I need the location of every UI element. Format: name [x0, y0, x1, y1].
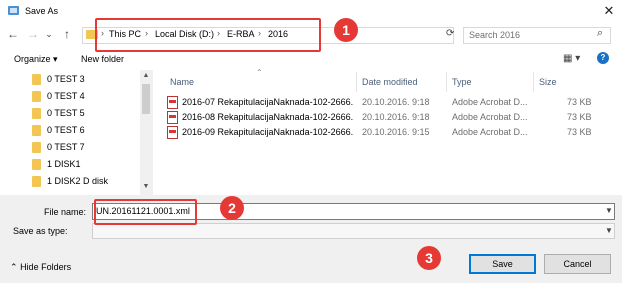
pdf-file-icon [167, 111, 178, 124]
column-divider[interactable] [446, 72, 447, 92]
file-type: Adobe Acrobat D... [452, 112, 528, 122]
callout-box-filename [94, 199, 197, 225]
save-as-type-dropdown-icon[interactable]: ▼ [605, 226, 613, 235]
file-row[interactable]: 2016-09 RekapitulacijaNaknada-102-2666..… [165, 125, 595, 140]
file-name: 2016-07 RekapitulacijaNaknada-102-2666..… [182, 97, 354, 107]
file-row[interactable]: 2016-08 RekapitulacijaNaknada-102-2666..… [165, 110, 595, 125]
file-size: 73 KB [567, 112, 592, 122]
forward-arrow-icon[interactable]: → [26, 27, 40, 41]
file-type: Adobe Acrobat D... [452, 97, 528, 107]
view-options-icon[interactable]: ▦ ▾ [563, 53, 580, 64]
folder-icon [32, 108, 41, 119]
pdf-file-icon [167, 96, 178, 109]
file-date: 20.10.2016. 9:15 [362, 127, 430, 137]
file-name-dropdown-icon[interactable]: ▼ [605, 206, 613, 215]
pdf-file-icon [167, 126, 178, 139]
tree-item[interactable]: 0 TEST 3 [32, 70, 140, 87]
file-date: 20.10.2016. 9:18 [362, 97, 430, 107]
organize-menu-button[interactable]: Organize ▾ [14, 54, 58, 65]
save-as-type-label: Save as type: [13, 226, 68, 236]
tree-item-label: 0 TEST 3 [47, 74, 85, 84]
column-header-date[interactable]: Date modified [362, 77, 418, 87]
help-icon[interactable]: ? [597, 52, 609, 64]
scroll-down-icon[interactable]: ▼ [140, 183, 152, 190]
hide-folders-label: Hide Folders [20, 262, 72, 272]
hide-folders-toggle[interactable]: ⌃ Hide Folders [10, 262, 71, 273]
callout-badge-1: 1 [334, 18, 358, 42]
column-header-type[interactable]: Type [452, 77, 472, 87]
file-size: 73 KB [567, 97, 592, 107]
tree-item[interactable]: 0 TEST 5 [32, 104, 140, 121]
file-name: 2016-09 RekapitulacijaNaknada-102-2666..… [182, 127, 354, 137]
save-as-type-select[interactable] [92, 223, 615, 239]
tree-item-label: 0 TEST 5 [47, 108, 85, 118]
recent-dropdown-icon[interactable]: ⌄ [42, 27, 56, 41]
window-icon [8, 6, 19, 15]
folder-icon [32, 176, 41, 187]
close-icon[interactable]: ✕ [600, 3, 618, 19]
folder-icon [32, 91, 41, 102]
file-type: Adobe Acrobat D... [452, 127, 528, 137]
column-header-size[interactable]: Size [539, 77, 557, 87]
tree-item-label: 1 DISK2 D disk [47, 176, 109, 186]
scrollbar-thumb[interactable] [142, 84, 150, 114]
search-placeholder: Search 2016 [469, 30, 521, 40]
back-arrow-icon[interactable]: ← [6, 27, 20, 41]
file-date: 20.10.2016. 9:18 [362, 112, 430, 122]
tree-item-label: 0 TEST 6 [47, 125, 85, 135]
callout-badge-2: 2 [220, 196, 244, 220]
tree-item[interactable]: 0 TEST 7 [32, 138, 140, 155]
up-arrow-icon[interactable]: ↑ [60, 27, 74, 41]
column-header-name[interactable]: Name [170, 77, 194, 87]
cancel-button[interactable]: Cancel [544, 254, 611, 274]
column-divider[interactable] [356, 72, 357, 92]
file-name-label: File name: [44, 207, 87, 217]
tree-item-label: 1 DISK1 [47, 159, 81, 169]
tree-item[interactable]: 1 DISK1 [32, 155, 140, 172]
file-size: 73 KB [567, 127, 592, 137]
callout-box-address [95, 18, 321, 52]
tree-item-label: 0 TEST 4 [47, 91, 85, 101]
tree-item-label: 0 TEST 7 [47, 142, 85, 152]
folder-icon [32, 159, 41, 170]
folder-icon [32, 142, 41, 153]
refresh-icon[interactable]: ⟳ [446, 28, 454, 39]
sort-caret-icon: ⌃ [256, 68, 263, 77]
search-icon[interactable]: ⌕ [597, 27, 603, 40]
folder-icon [32, 125, 41, 136]
tree-item[interactable]: 0 TEST 6 [32, 121, 140, 138]
tree-item[interactable]: 1 DISK2 D disk [32, 172, 140, 189]
save-button[interactable]: Save [469, 254, 536, 274]
folder-icon [32, 74, 41, 85]
column-divider[interactable] [533, 72, 534, 92]
new-folder-button[interactable]: New folder [81, 54, 124, 64]
file-row[interactable]: 2016-07 RekapitulacijaNaknada-102-2666..… [165, 95, 595, 110]
tree-item[interactable]: 0 TEST 4 [32, 87, 140, 104]
window-title: Save As [25, 6, 59, 16]
file-name: 2016-08 RekapitulacijaNaknada-102-2666..… [182, 112, 354, 122]
chevron-up-icon: ⌃ [10, 262, 18, 272]
scroll-up-icon[interactable]: ▲ [140, 72, 152, 79]
callout-badge-3: 3 [417, 246, 441, 270]
